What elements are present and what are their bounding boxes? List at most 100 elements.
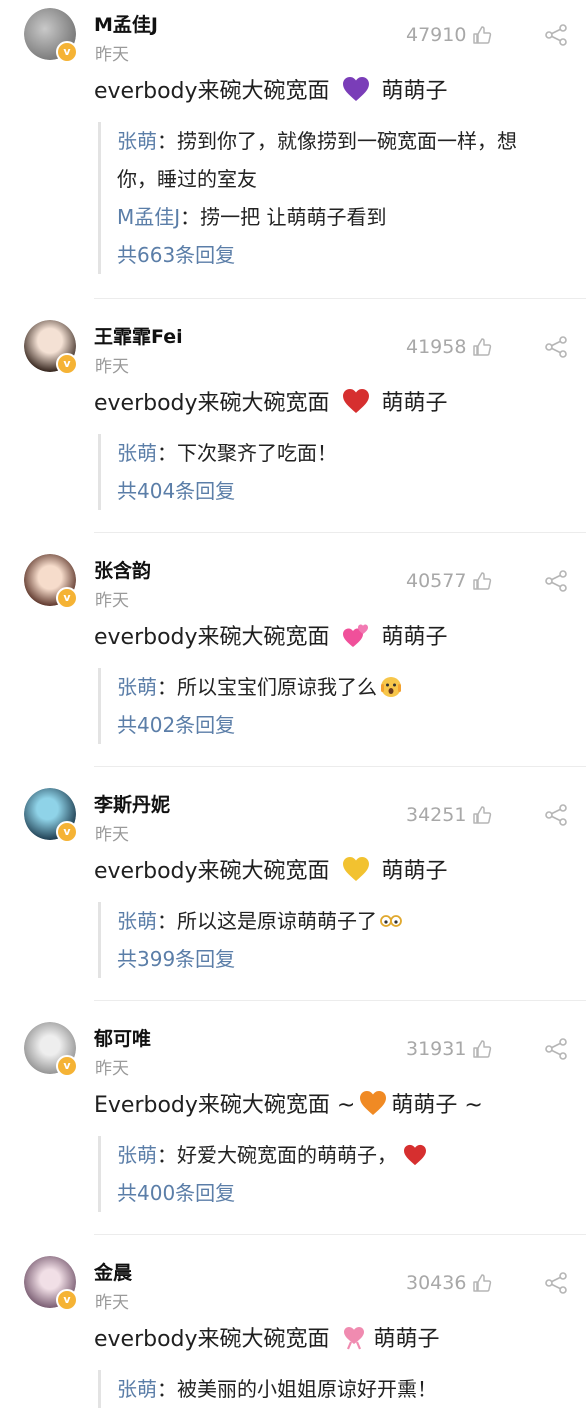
reply-box: 张萌：好爱大碗宽面的萌萌子， 共400条回复 [98, 1136, 586, 1212]
reply-author[interactable]: 张萌 [117, 909, 157, 933]
reply-author[interactable]: M孟佳J [117, 205, 180, 229]
like-count: 47910 [406, 24, 467, 46]
verified-badge-icon: v [56, 41, 78, 63]
timestamp: 昨天 [95, 825, 129, 845]
comment-text-main: everbody来碗大碗宽面 [94, 1327, 330, 1352]
timestamp: 昨天 [95, 1059, 129, 1079]
username[interactable]: 王霏霏Fei [94, 322, 183, 349]
view-replies-link[interactable]: 共402条回复 [117, 706, 586, 744]
glasses-face-icon [380, 915, 402, 927]
reply-item[interactable]: 张萌：好爱大碗宽面的萌萌子， [117, 1136, 586, 1174]
like-count: 34251 [406, 804, 467, 826]
comment-item: v 金晨 昨天 30436 everbody来碗大碗宽面 萌萌子 张萌：被美丽的… [0, 1248, 586, 1414]
comment-text-main: Everbody来碗大碗宽面 ~ [94, 1093, 356, 1118]
verified-badge-icon: v [56, 1055, 78, 1077]
thumbs-up-icon [473, 338, 492, 356]
username[interactable]: 张含韵 [94, 556, 151, 583]
comment-item: v M孟佳J 昨天 47910 everbody来碗大碗宽面 萌萌子 张萌：捞到… [0, 0, 586, 299]
verified-badge-icon: v [56, 353, 78, 375]
reply-author[interactable]: 张萌 [117, 129, 157, 153]
timestamp: 昨天 [95, 1293, 129, 1313]
thumbs-up-icon [473, 1040, 492, 1058]
username[interactable]: 郁可唯 [94, 1024, 151, 1051]
username[interactable]: M孟佳J [94, 10, 158, 37]
comment-text-tail: 萌萌子 [373, 1327, 440, 1352]
comment-item: v 张含韵 昨天 40577 everbody来碗大碗宽面 萌萌子 张萌：所以宝… [0, 546, 586, 780]
like-count: 40577 [406, 570, 467, 592]
reply-item[interactable]: 张萌：下次聚齐了吃面！ [117, 434, 586, 472]
reply-text: ：好爱大碗宽面的萌萌子， [157, 1143, 397, 1167]
timestamp: 昨天 [95, 357, 129, 377]
reply-item[interactable]: 张萌：所以宝宝们原谅我了么 [117, 668, 586, 706]
comment-text-main: everbody来碗大碗宽面 [94, 79, 330, 104]
view-replies-link[interactable]: 共404条回复 [117, 472, 586, 510]
comment-text: Everbody来碗大碗宽面 ~ 萌萌子 ~ [94, 1087, 483, 1119]
divider [94, 1000, 586, 1001]
orange-heart-icon [360, 1091, 387, 1115]
share-icon[interactable] [544, 336, 568, 358]
reply-text: ：下次聚齐了吃面！ [157, 441, 337, 465]
red-heart-icon [342, 389, 369, 413]
comment-text-main: everbody来碗大碗宽面 [94, 391, 330, 416]
like-button[interactable]: 31931 [406, 1038, 492, 1060]
username[interactable]: 金晨 [94, 1258, 132, 1285]
share-icon[interactable] [544, 1272, 568, 1294]
heart-ribbon-icon [343, 1327, 364, 1350]
comment-text-main: everbody来碗大碗宽面 [94, 859, 330, 884]
view-replies-link[interactable]: 共400条回复 [117, 1174, 586, 1212]
two-hearts-icon [342, 624, 368, 647]
reply-author[interactable]: 张萌 [117, 675, 157, 699]
reply-item[interactable]: 张萌：被美丽的小姐姐原谅好开熏！ [117, 1370, 586, 1408]
divider [94, 532, 586, 533]
reply-item[interactable]: M孟佳J：捞一把 让萌萌子看到 [117, 198, 586, 236]
red-heart-icon [404, 1144, 426, 1166]
comment-item: v 郁可唯 昨天 31931 Everbody来碗大碗宽面 ~ 萌萌子 ~ 张萌… [0, 1014, 586, 1248]
comment-text: everbody来碗大碗宽面 萌萌子 [94, 619, 448, 651]
thumbs-up-icon [473, 1274, 492, 1292]
reply-text: ：捞一把 让萌萌子看到 [180, 205, 387, 229]
purple-heart-icon [342, 77, 369, 101]
comment-text: everbody来碗大碗宽面 萌萌子 [94, 73, 448, 105]
timestamp: 昨天 [95, 45, 129, 65]
yellow-heart-icon [342, 857, 369, 881]
username[interactable]: 李斯丹妮 [94, 790, 170, 817]
reply-box: 张萌：被美丽的小姐姐原谅好开熏！ [98, 1370, 586, 1408]
reply-author[interactable]: 张萌 [117, 441, 157, 465]
comment-text-tail: 萌萌子 [381, 859, 448, 884]
reply-text: ：被美丽的小姐姐原谅好开熏！ [157, 1377, 437, 1401]
reply-text: ：所以这是原谅萌萌子了 [157, 909, 377, 933]
verified-badge-icon: v [56, 587, 78, 609]
scared-face-icon [381, 677, 401, 697]
comment-text-main: everbody来碗大碗宽面 [94, 625, 330, 650]
share-icon[interactable] [544, 804, 568, 826]
comment-text-tail: 萌萌子 ~ [391, 1093, 483, 1118]
share-icon[interactable] [544, 570, 568, 592]
verified-badge-icon: v [56, 821, 78, 843]
like-button[interactable]: 30436 [406, 1272, 492, 1294]
reply-author[interactable]: 张萌 [117, 1143, 157, 1167]
like-button[interactable]: 34251 [406, 804, 492, 826]
reply-text: ：捞到你了，就像捞到一碗宽面一样，想你，睡过的室友 [117, 129, 517, 191]
divider [94, 1234, 586, 1235]
reply-text: ：所以宝宝们原谅我了么 [157, 675, 377, 699]
like-button[interactable]: 41958 [406, 336, 492, 358]
reply-author[interactable]: 张萌 [117, 1377, 157, 1401]
reply-box: 张萌：下次聚齐了吃面！ 共404条回复 [98, 434, 586, 510]
share-icon[interactable] [544, 24, 568, 46]
reply-box: 张萌：所以宝宝们原谅我了么 共402条回复 [98, 668, 586, 744]
reply-item[interactable]: 张萌：捞到你了，就像捞到一碗宽面一样，想你，睡过的室友 [117, 122, 586, 198]
comment-text: everbody来碗大碗宽面 萌萌子 [94, 385, 448, 417]
like-count: 41958 [406, 336, 467, 358]
thumbs-up-icon [473, 806, 492, 824]
share-icon[interactable] [544, 1038, 568, 1060]
view-replies-link[interactable]: 共663条回复 [117, 236, 586, 274]
divider [94, 766, 586, 767]
comment-text-tail: 萌萌子 [381, 625, 448, 650]
verified-badge-icon: v [56, 1289, 78, 1311]
view-replies-link[interactable]: 共399条回复 [117, 940, 586, 978]
divider [94, 298, 586, 299]
like-button[interactable]: 40577 [406, 570, 492, 592]
like-button[interactable]: 47910 [406, 24, 492, 46]
thumbs-up-icon [473, 572, 492, 590]
reply-item[interactable]: 张萌：所以这是原谅萌萌子了 [117, 902, 586, 940]
